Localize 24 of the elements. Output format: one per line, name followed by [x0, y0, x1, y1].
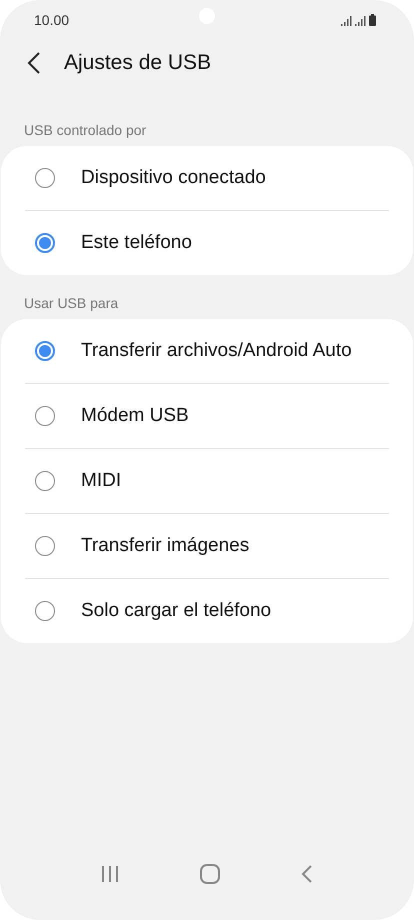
back-icon[interactable]	[26, 51, 42, 75]
radio-button[interactable]	[35, 233, 55, 253]
section-header: USB controlado por	[23, 121, 148, 140]
status-time: 10.00	[34, 12, 70, 28]
section-header: Usar USB para	[23, 294, 120, 313]
home-icon[interactable]	[200, 864, 220, 884]
signal-icon	[341, 16, 352, 26]
radio-button[interactable]	[35, 406, 55, 426]
radio-button[interactable]	[35, 168, 55, 188]
option-label[interactable]: Dispositivo conectado	[81, 167, 266, 189]
screen-title: Ajustes de USB	[64, 51, 212, 75]
battery-icon	[369, 14, 376, 26]
radio-button[interactable]	[35, 601, 55, 621]
signal-icon	[355, 16, 366, 26]
radio-button[interactable]	[35, 471, 55, 491]
option-label[interactable]: Transferir archivos/Android Auto	[81, 340, 352, 362]
option-label[interactable]: Módem USB	[81, 405, 189, 427]
option-label[interactable]: Este teléfono	[81, 232, 192, 254]
radio-button[interactable]	[35, 341, 55, 361]
option-label[interactable]: Transferir imágenes	[81, 535, 250, 557]
option-label[interactable]: MIDI	[81, 470, 122, 492]
radio-button[interactable]	[35, 536, 55, 556]
recent-apps-icon[interactable]	[100, 865, 119, 883]
option-label[interactable]: Solo cargar el teléfono	[81, 600, 272, 622]
